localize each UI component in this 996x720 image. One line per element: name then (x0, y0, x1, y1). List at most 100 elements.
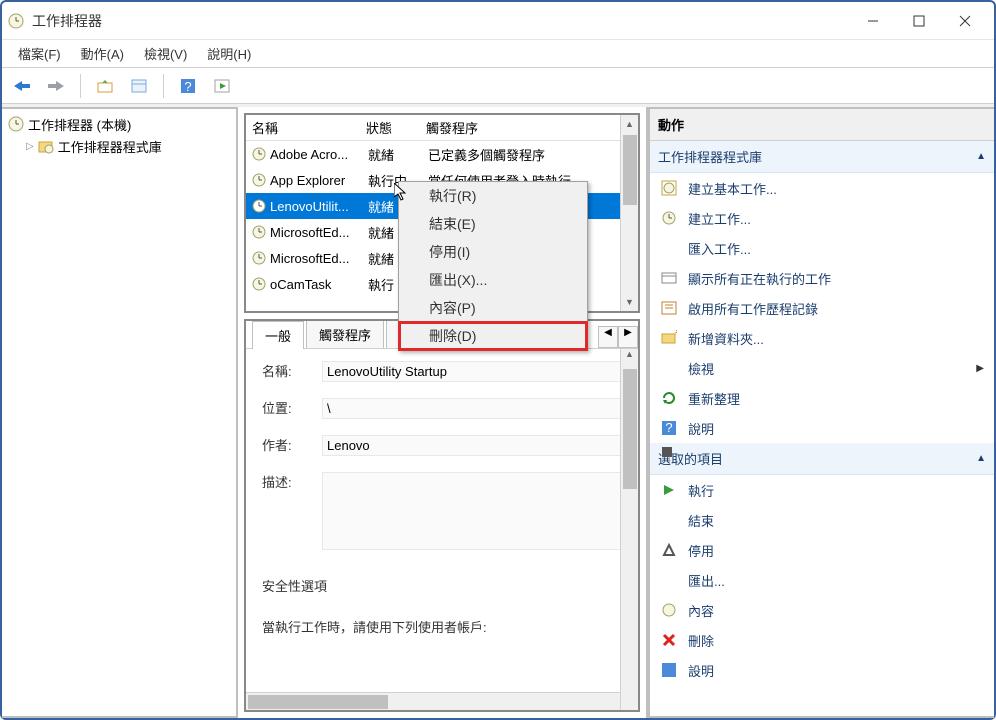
menu-file[interactable]: 檔案(F) (8, 40, 71, 67)
value-author: Lenovo (322, 435, 622, 456)
expand-icon[interactable]: ▷ (26, 141, 34, 152)
tab-scroll-left[interactable]: ◀ (598, 326, 618, 348)
action-import-label: 匯入工作... (688, 239, 751, 258)
nav-back-button[interactable] (8, 72, 36, 100)
action-help-partial[interactable]: 設明 (650, 655, 994, 685)
actions-group-selected[interactable]: 選取的項目 ▲ (650, 443, 994, 475)
nav-forward-button[interactable] (42, 72, 70, 100)
label-name: 名稱: (262, 361, 322, 380)
minimize-button[interactable] (850, 6, 896, 36)
clock-icon (252, 251, 266, 265)
label-location: 位置: (262, 398, 322, 417)
detail-horizontal-scrollbar[interactable] (246, 692, 620, 710)
properties-button[interactable] (125, 72, 153, 100)
new-folder-icon: ✶ (660, 330, 678, 346)
clock-icon (252, 147, 266, 161)
clock-icon (252, 277, 266, 291)
menu-help[interactable]: 說明(H) (197, 40, 261, 67)
context-menu: 執行(R) 結束(E) 停用(I) 匯出(X)... 內容(P) 刪除(D) (398, 181, 588, 351)
tab-scroll-right[interactable]: ▶ (618, 326, 638, 348)
task-trigger: 已定義多個觸發程序 (428, 145, 636, 164)
svg-text:?: ? (184, 79, 191, 94)
tree-library[interactable]: ▷ 工作排程器程式庫 (6, 135, 232, 157)
label-desc: 描述: (262, 472, 322, 491)
svg-text:?: ? (665, 420, 672, 435)
ctx-delete[interactable]: 刪除(D) (399, 322, 587, 350)
action-run[interactable]: 執行 (650, 475, 994, 505)
help-icon (660, 662, 678, 678)
clock-icon (252, 173, 266, 187)
clock-icon (252, 225, 266, 239)
tab-general[interactable]: 一般 (252, 321, 304, 349)
action-disable[interactable]: 停用 (650, 535, 994, 565)
task-row[interactable]: Adobe Acro... 就緒已定義多個觸發程序 (246, 141, 638, 167)
action-enable-history[interactable]: 啟用所有工作歷程記錄 (650, 293, 994, 323)
action-help-label: 說明 (688, 419, 714, 438)
ctx-properties[interactable]: 內容(P) (399, 294, 587, 322)
clock-icon (252, 199, 266, 213)
action-end-label: 結束 (688, 511, 714, 530)
up-button[interactable] (91, 72, 119, 100)
maximize-button[interactable] (896, 6, 942, 36)
actions-pane: 動作 工作排程器程式庫 ▲ 建立基本工作... 建立工作... 匯入工作... … (648, 107, 994, 718)
action-create[interactable]: 建立工作... (650, 203, 994, 233)
run-button[interactable] (208, 72, 236, 100)
action-run-label: 執行 (688, 481, 714, 500)
ctx-disable[interactable]: 停用(I) (399, 238, 587, 266)
collapse-icon[interactable]: ▲ (976, 453, 986, 464)
help-button[interactable]: ? (174, 72, 202, 100)
disable-icon (660, 543, 678, 557)
create-basic-icon (660, 180, 678, 196)
properties-icon (660, 602, 678, 618)
ctx-run[interactable]: 執行(R) (399, 182, 587, 210)
value-location: \ (322, 398, 622, 419)
tree-root[interactable]: 工作排程器 (本機) (6, 113, 232, 135)
task-name: oCamTask (270, 277, 331, 292)
action-refresh-label: 重新整理 (688, 389, 740, 408)
actions-group-library[interactable]: 工作排程器程式庫 ▲ (650, 141, 994, 173)
action-delete-label: 刪除 (688, 631, 714, 650)
vertical-scrollbar[interactable]: ▲ ▼ (620, 115, 638, 311)
column-trigger[interactable]: 觸發程序 (426, 118, 638, 137)
action-delete[interactable]: 刪除 (650, 625, 994, 655)
action-help[interactable]: ? 說明 (650, 413, 994, 443)
action-end[interactable]: 結束 (650, 505, 994, 535)
tab-triggers[interactable]: 觸發程序 (306, 320, 384, 348)
column-status[interactable]: 狀態 (366, 118, 426, 137)
action-view[interactable]: 檢視 ▶ (650, 353, 994, 383)
menu-view[interactable]: 檢視(V) (134, 40, 197, 67)
history-icon (660, 300, 678, 316)
ctx-end[interactable]: 結束(E) (399, 210, 587, 238)
detail-vertical-scrollbar[interactable]: ▲ (620, 349, 638, 710)
refresh-icon (660, 390, 678, 406)
menu-action[interactable]: 動作(A) (71, 40, 134, 67)
collapse-icon[interactable]: ▲ (976, 151, 986, 162)
column-name[interactable]: 名稱 (246, 118, 366, 137)
task-status: 就緒 (368, 145, 428, 164)
list-header: 名稱 狀態 觸發程序 (246, 115, 638, 141)
window-title: 工作排程器 (32, 11, 850, 31)
close-button[interactable] (942, 6, 988, 36)
action-properties[interactable]: 內容 (650, 595, 994, 625)
action-new-folder[interactable]: ✶ 新增資料夾... (650, 323, 994, 353)
task-name: Adobe Acro... (270, 147, 348, 162)
action-show-running[interactable]: 顯示所有正在執行的工作 (650, 263, 994, 293)
toolbar: ? (2, 68, 994, 104)
svg-text:✶: ✶ (673, 330, 677, 339)
action-create-label: 建立工作... (688, 209, 751, 228)
app-icon (8, 13, 24, 29)
action-refresh[interactable]: 重新整理 (650, 383, 994, 413)
detail-panel: 一般 觸發程序 動 ◀ ▶ 名稱: LenovoUtility Startup … (244, 319, 640, 712)
action-import[interactable]: 匯入工作... (650, 233, 994, 263)
actions-pane-title: 動作 (650, 109, 994, 141)
action-create-basic[interactable]: 建立基本工作... (650, 173, 994, 203)
action-help-partial-label: 設明 (688, 661, 714, 680)
security-account-text: 當執行工作時，請使用下列使用者帳戶: (262, 617, 622, 636)
submenu-arrow-icon: ▶ (976, 363, 984, 374)
ctx-export[interactable]: 匯出(X)... (399, 266, 587, 294)
action-enable-history-label: 啟用所有工作歷程記錄 (688, 299, 818, 318)
action-export[interactable]: 匯出... (650, 565, 994, 595)
action-view-label: 檢視 (688, 359, 714, 378)
value-desc (322, 472, 622, 550)
create-icon (660, 210, 678, 226)
